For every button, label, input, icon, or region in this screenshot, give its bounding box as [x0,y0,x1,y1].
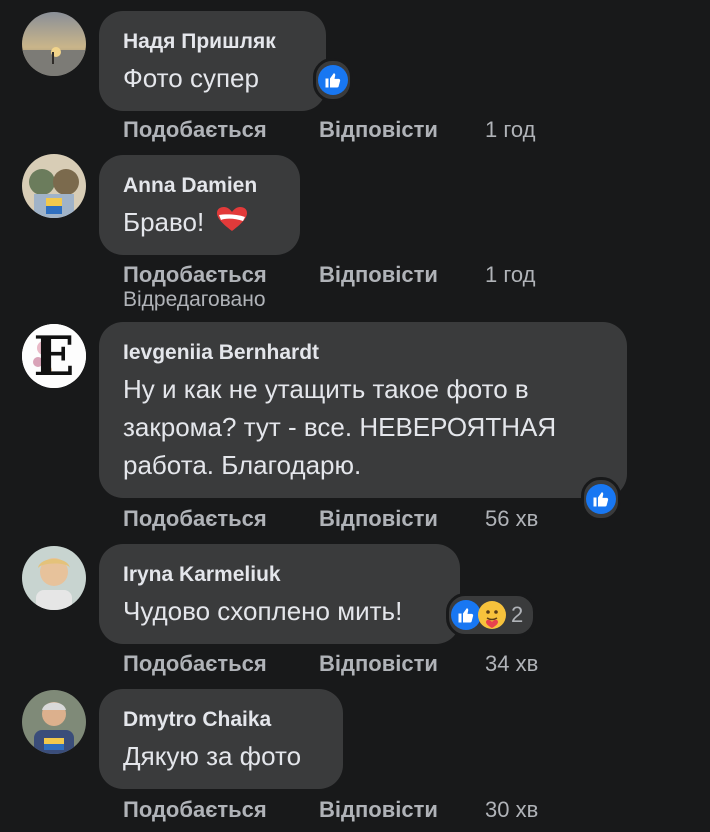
timestamp[interactable]: 56 хв [485,506,538,532]
avatar[interactable]: E [22,324,86,388]
avatar[interactable] [22,12,86,76]
reaction-summary[interactable] [581,477,621,521]
reply-link[interactable]: Відповісти [319,262,485,288]
comment-actions: Подобається Відповісти 34 хв [123,651,538,677]
comment-bubble: Dmytro Chaika Дякую за фото [99,689,343,789]
timestamp[interactable]: 30 хв [485,797,538,823]
avatar-letter: E [33,324,75,388]
like-link[interactable]: Подобається [123,651,319,677]
comment-text: Браво! [123,203,276,243]
care-hug-icon [477,600,507,630]
comment-bubble: Iryna Karmeliuk Чудово схоплено мить! [99,544,460,644]
author-name[interactable]: Dmytro Chaika [123,707,319,733]
comment-text: Фото супер [123,63,259,93]
comment-bubble: Ievgeniia Bernhardt Ну и как не утащить … [99,322,627,498]
comment-bubble: Надя Пришляк Фото супер [99,11,326,111]
reply-link[interactable]: Відповісти [319,117,485,143]
like-link[interactable]: Подобається [123,506,319,532]
like-link[interactable]: Подобається [123,797,319,823]
avatar[interactable] [22,546,86,610]
reply-link[interactable]: Відповісти [319,797,485,823]
comment-bubble: Anna Damien Браво! [99,155,300,255]
like-link[interactable]: Подобається [123,262,319,288]
reaction-count: 2 [511,602,524,627]
thumbs-up-icon [586,484,616,514]
comment-text: Ну и как не утащить такое фото в закрома… [123,374,557,480]
author-name[interactable]: Iryna Karmeliuk [123,562,436,588]
thumbs-up-icon [318,65,348,95]
comment-actions: Подобається Відповісти 1 год [123,117,535,143]
author-name[interactable]: Надя Пришляк [123,29,302,55]
author-name[interactable]: Anna Damien [123,173,276,199]
comment-text: Чудово схоплено мить! [123,596,403,626]
comment-text-content: Браво! [123,207,205,237]
avatar[interactable] [22,690,86,754]
comment-text: Дякую за фото [123,741,302,771]
reply-link[interactable]: Відповісти [319,506,485,532]
comment-actions: Подобається Відповісти 30 хв [123,797,538,823]
comment-actions: Подобається Відповісти 56 хв [123,506,538,532]
timestamp[interactable]: 1 год [485,117,535,143]
reaction-summary[interactable] [313,58,353,102]
timestamp[interactable]: 1 год [485,262,535,288]
timestamp[interactable]: 34 хв [485,651,538,677]
comment-actions: Подобається Відповісти 1 год [123,262,535,288]
avatar[interactable] [22,154,86,218]
heart-icon [215,205,249,243]
author-name[interactable]: Ievgeniia Bernhardt [123,340,603,366]
edited-label: Відредаговано [123,288,266,311]
reaction-summary[interactable]: 2 [446,593,537,637]
like-link[interactable]: Подобається [123,117,319,143]
reply-link[interactable]: Відповісти [319,651,485,677]
